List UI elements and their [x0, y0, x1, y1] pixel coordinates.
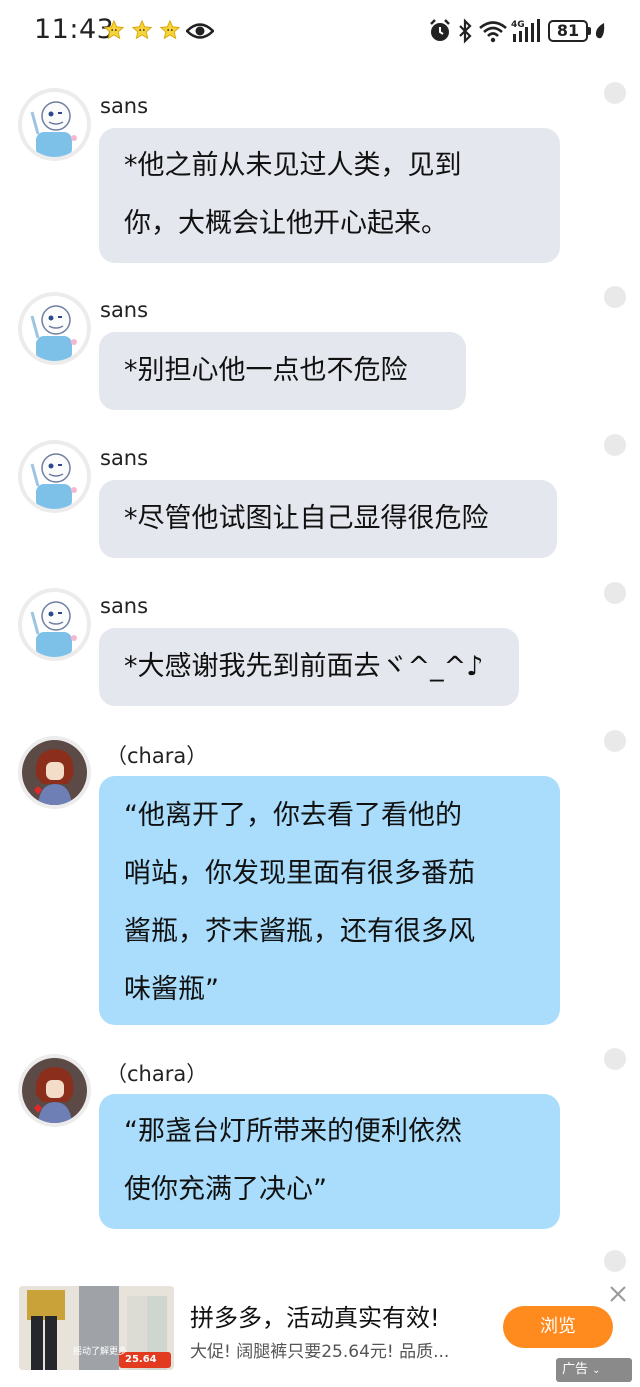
avatar-chara[interactable] — [18, 1054, 91, 1127]
message-bubble[interactable]: *他之前从未见过人类，见到 你，大概会让他开心起来。 — [99, 128, 560, 263]
sans-avatar-icon — [30, 453, 77, 509]
select-dot[interactable] — [604, 1048, 626, 1070]
message-line: *别担心他一点也不危险 — [124, 355, 408, 386]
message-line: *尽管他试图让自己显得很危险 — [124, 503, 489, 534]
chara-avatar-icon — [22, 740, 87, 805]
message-line: “他离开了，你去看了看他的 — [124, 800, 462, 831]
ad-thumb-price: 25.64 — [125, 1354, 157, 1365]
sender-name: sans — [100, 298, 149, 322]
sender-name: sans — [100, 594, 149, 618]
bluetooth-icon — [459, 18, 472, 44]
svg-text:4G: 4G — [511, 20, 525, 30]
ad-browse-button[interactable]: 浏览 — [503, 1306, 613, 1348]
eye-icon — [186, 23, 214, 39]
avatar-sans[interactable] — [18, 292, 91, 365]
battery-tip — [588, 27, 591, 35]
star-icon — [103, 19, 125, 40]
message-line: “那盏台灯所带来的便利依然 — [124, 1116, 462, 1147]
chara-avatar-icon — [22, 1058, 87, 1123]
close-icon[interactable] — [606, 1282, 630, 1306]
message-bubble[interactable]: *大感谢我先到前面去ヾ^_^♪ — [99, 628, 519, 706]
sender-name: （chara） — [106, 1062, 208, 1086]
message-line: *大感谢我先到前面去ヾ^_^♪ — [124, 651, 484, 682]
ad-thumb-overlay: 摇动了解更多 — [73, 1347, 128, 1357]
avatar-sans[interactable] — [18, 440, 91, 513]
select-dot[interactable] — [604, 434, 626, 456]
sender-name: sans — [100, 94, 149, 118]
message-bubble[interactable]: “他离开了，你去看了看他的 哨站，你发现里面有很多番茄 酱瓶，芥末酱瓶，还有很多… — [99, 776, 560, 1025]
select-dot[interactable] — [604, 1250, 626, 1272]
chat-screen: 11:43 4G 81 sans *他之前从未见过人类，见到 你，大概会让他开心… — [0, 0, 640, 1387]
sans-avatar-icon — [30, 601, 77, 657]
leaf-icon — [595, 23, 605, 39]
avatar-sans[interactable] — [18, 588, 91, 661]
ad-description[interactable]: 大促! 阔腿裤只要25.64元! 品质... — [190, 1337, 449, 1362]
message-line: 你，大概会让他开心起来。 — [124, 208, 448, 239]
status-bar: 11:43 4G 81 — [0, 0, 640, 62]
signal-icon: 4G — [511, 19, 540, 42]
message-line: 酱瓶，芥末酱瓶，还有很多风 — [124, 916, 475, 947]
message-line: 味酱瓶” — [124, 974, 219, 1005]
select-dot[interactable] — [604, 730, 626, 752]
star-icon — [131, 19, 153, 40]
message-bubble[interactable]: *别担心他一点也不危险 — [99, 332, 466, 410]
select-dot[interactable] — [604, 82, 626, 104]
ad-thumbnail[interactable]: 摇动了解更多 25.64 — [19, 1286, 174, 1370]
ad-title[interactable]: 拼多多，活动真实有效! — [190, 1298, 440, 1333]
select-dot[interactable] — [604, 582, 626, 604]
battery-icon: 81 — [548, 20, 588, 42]
ad-tag-label: 广告 — [562, 1362, 589, 1377]
sender-name: （chara） — [106, 744, 208, 768]
wifi-icon — [479, 21, 507, 43]
select-dot[interactable] — [604, 286, 626, 308]
avatar-chara[interactable] — [18, 736, 91, 809]
message-bubble[interactable]: “那盏台灯所带来的便利依然 使你充满了决心” — [99, 1094, 560, 1229]
sans-avatar-icon — [30, 305, 77, 361]
sans-avatar-icon — [30, 101, 77, 157]
message-line: *他之前从未见过人类，见到 — [124, 150, 462, 181]
sender-name: sans — [100, 446, 149, 470]
avatar-sans[interactable] — [18, 88, 91, 161]
chevron-down-icon: ⌄ — [592, 1365, 601, 1376]
message-line: 使你充满了决心” — [124, 1174, 327, 1205]
message-bubble[interactable]: *尽管他试图让自己显得很危险 — [99, 480, 557, 558]
ad-tag[interactable]: 广告 ⌄ — [556, 1358, 632, 1382]
alarm-icon — [430, 19, 450, 41]
star-icon — [159, 19, 181, 40]
ad-banner[interactable]: 摇动了解更多 25.64 拼多多，活动真实有效! 大促! 阔腿裤只要25.64元… — [0, 1276, 640, 1387]
message-line: 哨站，你发现里面有很多番茄 — [124, 858, 475, 889]
